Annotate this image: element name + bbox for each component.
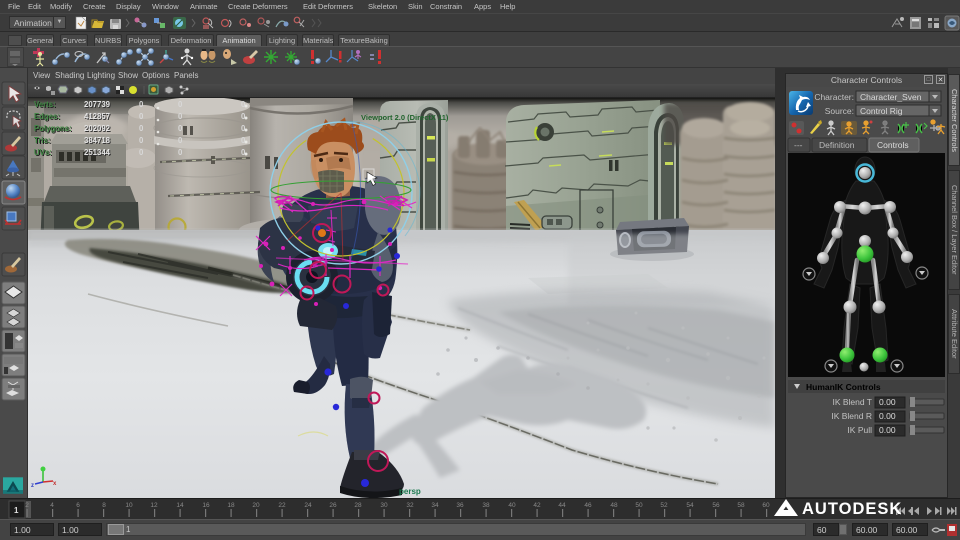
svg-text:36: 36 (456, 502, 464, 509)
svg-text:persp: persp (399, 487, 421, 496)
svg-text:0: 0 (139, 100, 144, 109)
svg-text:Controls: Controls (877, 140, 909, 150)
svg-text:z: z (31, 483, 34, 489)
svg-text:Verts:: Verts: (34, 100, 56, 109)
svg-text:1: 1 (14, 506, 19, 515)
svg-text:2: 2 (25, 502, 29, 509)
svg-text:0: 0 (178, 112, 183, 121)
svg-text:40: 40 (508, 502, 516, 509)
svg-text:34: 34 (431, 502, 439, 509)
svg-text:Edges:: Edges: (34, 112, 60, 121)
svg-text:HumanIK Controls: HumanIK Controls (806, 382, 881, 392)
svg-text:48: 48 (610, 502, 618, 509)
svg-text:0.00: 0.00 (879, 425, 896, 435)
svg-text:18: 18 (227, 502, 235, 509)
svg-text:0: 0 (178, 136, 183, 145)
svg-text:10: 10 (125, 502, 133, 509)
svg-text:8: 8 (102, 502, 106, 509)
svg-text:384718: 384718 (84, 136, 111, 145)
svg-text:202092: 202092 (84, 124, 111, 133)
svg-text:0: 0 (241, 100, 246, 109)
svg-text:251344: 251344 (84, 148, 111, 157)
svg-text:0: 0 (241, 124, 246, 133)
svg-text:4: 4 (50, 502, 54, 509)
svg-text:Control Rig: Control Rig (860, 106, 903, 116)
svg-text:Tris:: Tris: (34, 136, 50, 145)
svg-text:0: 0 (139, 148, 144, 157)
svg-text:0: 0 (178, 148, 183, 157)
svg-text:20: 20 (252, 502, 260, 509)
svg-text:Source:: Source: (825, 106, 854, 116)
svg-text:AUTODESK: AUTODESK (802, 500, 902, 518)
svg-text:0: 0 (241, 148, 246, 157)
svg-text:26: 26 (329, 502, 337, 509)
svg-text:6: 6 (76, 502, 80, 509)
svg-text:0.00: 0.00 (879, 411, 896, 421)
svg-text:60: 60 (762, 502, 770, 509)
svg-text:---: --- (794, 140, 803, 150)
svg-text:IK Pull: IK Pull (847, 425, 872, 435)
svg-text:24: 24 (304, 502, 312, 509)
svg-text:22: 22 (278, 502, 286, 509)
svg-text:0: 0 (178, 124, 183, 133)
svg-text:44: 44 (558, 502, 566, 509)
svg-text:0: 0 (178, 100, 183, 109)
svg-text:54: 54 (686, 502, 694, 509)
svg-text:IK Blend R: IK Blend R (831, 411, 872, 421)
svg-text:42: 42 (533, 502, 541, 509)
svg-text:38: 38 (482, 502, 490, 509)
svg-text:207739: 207739 (84, 100, 111, 109)
svg-text:Viewport 2.0 (DirectX 11): Viewport 2.0 (DirectX 11) (361, 113, 449, 122)
svg-text:50: 50 (635, 502, 643, 509)
svg-text:14: 14 (176, 502, 184, 509)
svg-text:12: 12 (150, 502, 158, 509)
svg-text:0: 0 (241, 136, 246, 145)
svg-text:0: 0 (139, 124, 144, 133)
svg-text:Character:: Character: (814, 92, 854, 102)
svg-text:16: 16 (202, 502, 210, 509)
svg-text:46: 46 (584, 502, 592, 509)
svg-text:0: 0 (241, 112, 246, 121)
svg-text:Character_Sven: Character_Sven (860, 92, 922, 102)
svg-text:IK Blend T: IK Blend T (832, 397, 872, 407)
svg-text:412857: 412857 (84, 112, 110, 121)
svg-text:0: 0 (139, 112, 144, 121)
svg-text:Polygons:: Polygons: (34, 124, 72, 133)
svg-text:28: 28 (354, 502, 362, 509)
svg-text:30: 30 (380, 502, 388, 509)
svg-text:52: 52 (660, 502, 668, 509)
svg-text:58: 58 (737, 502, 745, 509)
svg-text:0: 0 (139, 136, 144, 145)
svg-text:56: 56 (712, 502, 720, 509)
svg-text:Definition: Definition (819, 140, 855, 150)
svg-text:32: 32 (406, 502, 414, 509)
svg-text:0.00: 0.00 (879, 397, 896, 407)
svg-text:UVs:: UVs: (34, 148, 52, 157)
